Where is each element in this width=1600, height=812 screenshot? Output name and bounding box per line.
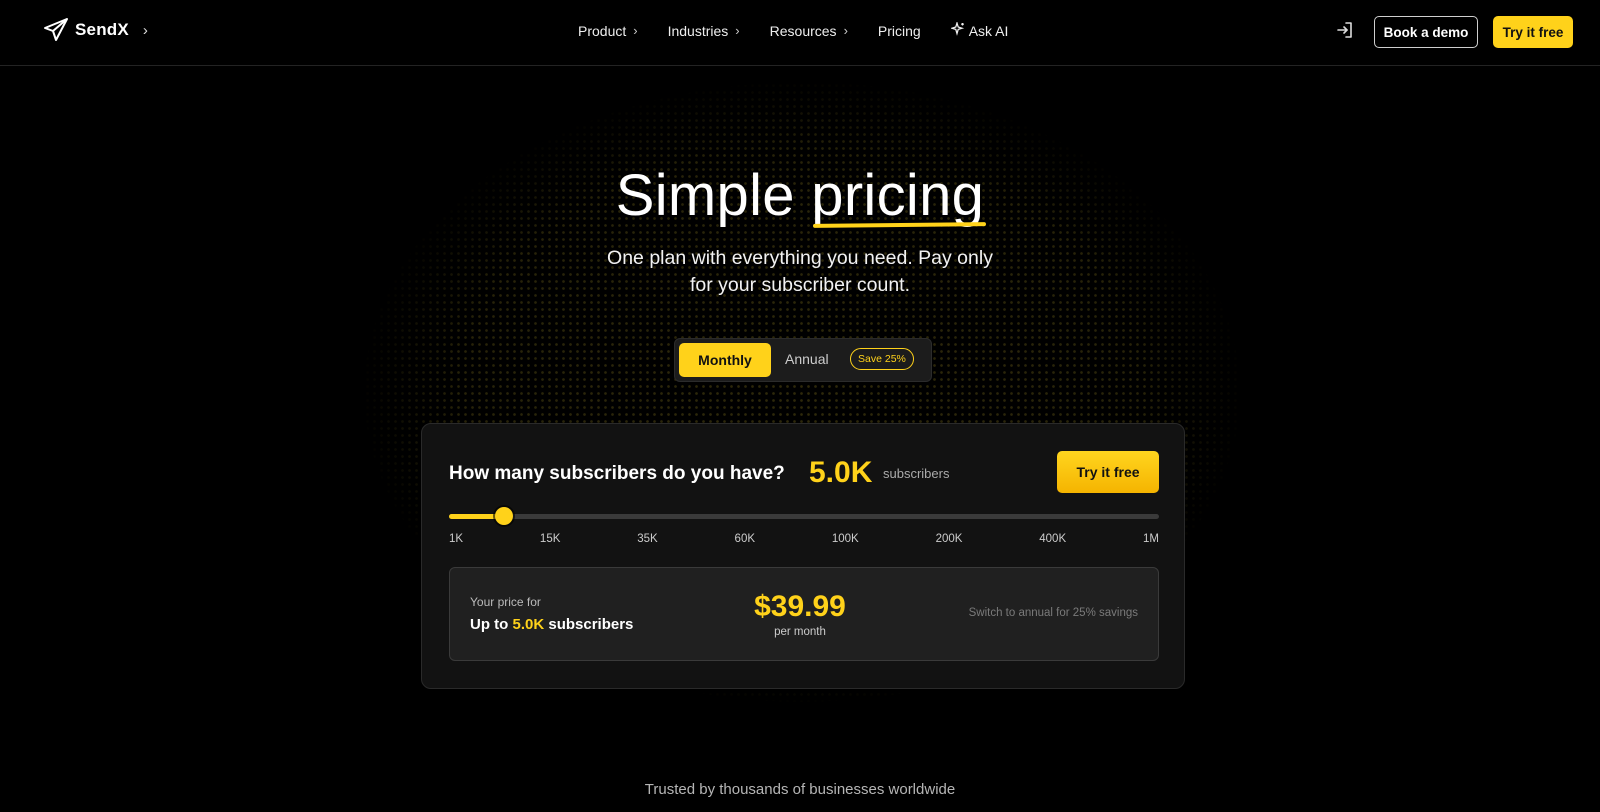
subscriber-count-value: 5.0K	[809, 456, 873, 489]
slider-ticks: 1K 15K 35K 60K 100K 200K 400K 1M	[449, 533, 1159, 545]
logo[interactable]: SendX ›	[43, 17, 148, 43]
slider-tick[interactable]: 60K	[735, 533, 755, 545]
sparkle-icon	[949, 20, 965, 39]
slider-tick[interactable]: 15K	[540, 533, 560, 545]
subscriber-unit: subscribers	[883, 466, 950, 481]
chevron-right-icon: ›	[843, 23, 848, 38]
slider-tick[interactable]: 1K	[449, 533, 463, 545]
menu-item-label: Product	[578, 22, 627, 39]
pricing-calculator-card: How many subscribers do you have? 5.0K s…	[421, 423, 1185, 689]
slider-tick[interactable]: 1M	[1143, 533, 1159, 545]
page-subtitle: One plan with everything you need. Pay o…	[607, 247, 993, 296]
slider-tick[interactable]: 200K	[936, 533, 963, 545]
billing-monthly-option[interactable]: Monthly	[679, 343, 771, 377]
main-menu: Product › Industries › Resources › Prici…	[578, 20, 1009, 39]
slider-tick[interactable]: 35K	[637, 533, 657, 545]
logo-text: SendX	[75, 20, 129, 39]
price-tier-text: Up to 5.0K subscribers	[470, 616, 633, 633]
try-free-card-button[interactable]: Try it free	[1057, 451, 1159, 493]
menu-item-ask-ai[interactable]: Ask AI	[949, 20, 1009, 39]
slider-tick[interactable]: 400K	[1039, 533, 1066, 545]
price-label: Your price for	[470, 595, 541, 609]
slider-tick[interactable]: 100K	[832, 533, 859, 545]
menu-item-label: Pricing	[877, 22, 921, 39]
menu-item-product[interactable]: Product ›	[578, 23, 638, 39]
save-badge: Save 25%	[850, 348, 914, 370]
page-title: Simple pricing	[0, 162, 1600, 229]
menu-item-label: Ask AI	[968, 22, 1009, 39]
chevron-right-icon: ›	[633, 23, 638, 38]
menu-item-pricing[interactable]: Pricing	[878, 23, 921, 39]
annual-savings-hint: Switch to annual for 25% savings	[968, 607, 1138, 619]
menu-item-industries[interactable]: Industries ›	[668, 23, 740, 39]
price-period: per month	[774, 626, 826, 638]
sign-in-icon[interactable]	[1336, 21, 1354, 44]
slider-thumb[interactable]	[494, 507, 513, 525]
tier-suffix: subscribers	[544, 616, 634, 633]
menu-item-resources[interactable]: Resources ›	[770, 23, 848, 39]
price-summary-box: Your price for Up to 5.0K subscribers $3…	[449, 567, 1159, 661]
tier-value: 5.0K	[512, 616, 545, 633]
billing-toggle: Monthly Annual Save 25%	[674, 338, 932, 382]
book-demo-button[interactable]: Book a demo	[1374, 16, 1478, 48]
price-amount: $39.99	[754, 590, 846, 623]
chevron-right-icon: ›	[735, 23, 740, 38]
subscriber-slider[interactable]	[449, 507, 1159, 525]
title-plain: Simple	[615, 163, 812, 228]
try-free-nav-button[interactable]: Try it free	[1493, 16, 1573, 48]
trusted-by-text: Trusted by thousands of businesses world…	[644, 781, 956, 798]
top-navigation: SendX › Product › Industries › Resources…	[0, 0, 1600, 66]
subscriber-question: How many subscribers do you have?	[449, 463, 785, 484]
menu-item-label: Industries	[667, 22, 729, 39]
title-highlight: pricing	[811, 163, 985, 228]
paper-plane-icon	[43, 17, 69, 43]
billing-annual-option[interactable]: Annual	[785, 351, 829, 367]
menu-item-label: Resources	[769, 22, 837, 39]
chevron-right-icon: ›	[142, 21, 148, 39]
tier-prefix: Up to	[470, 616, 513, 633]
